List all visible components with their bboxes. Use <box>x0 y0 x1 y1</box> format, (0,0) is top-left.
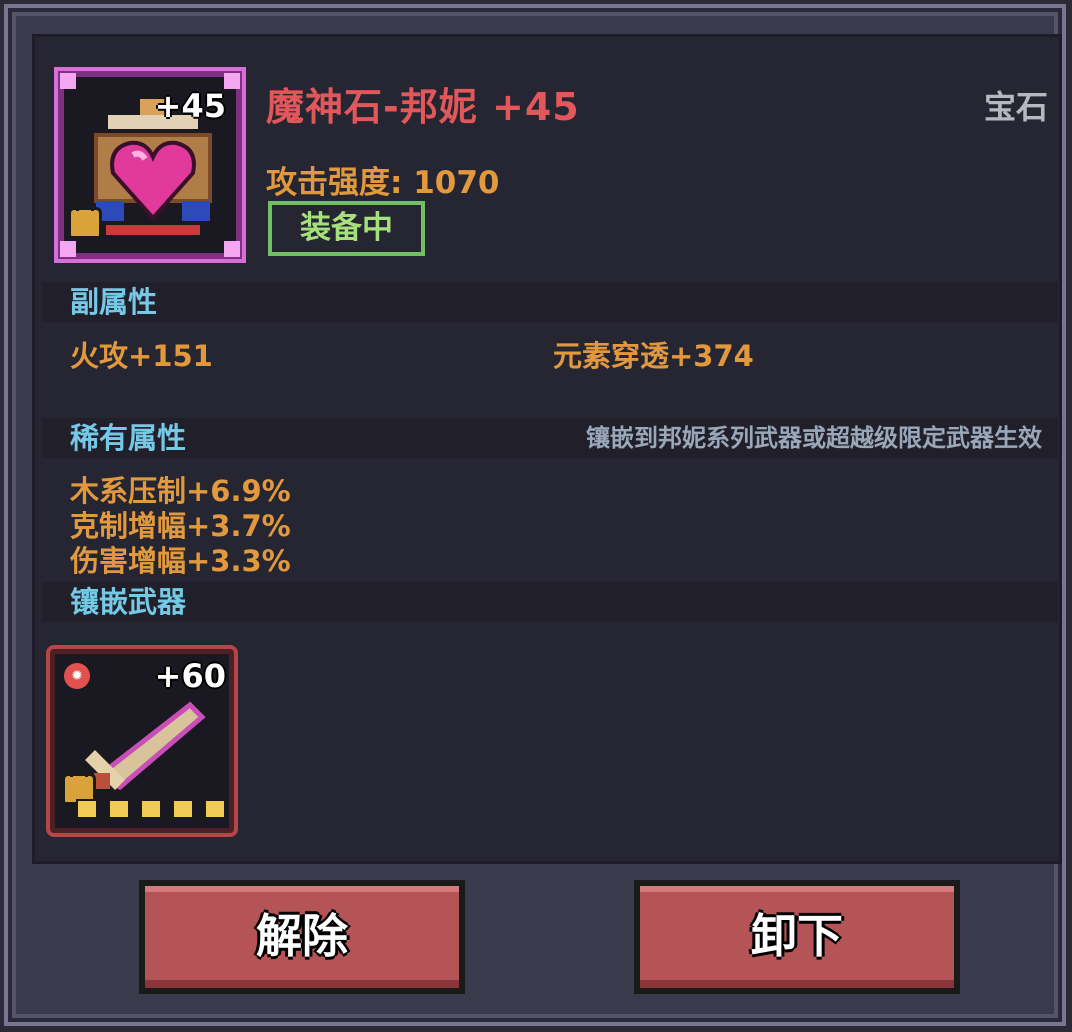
star-icon <box>204 799 226 819</box>
star-rating <box>76 799 226 819</box>
weapon-card[interactable]: ✹ +60 <box>46 645 238 837</box>
card-corner <box>60 73 76 89</box>
gem-card[interactable]: +45 <box>54 67 246 263</box>
attack-strength: 攻击强度: 1070 <box>266 165 500 201</box>
item-type-label: 宝石 <box>983 88 1048 126</box>
gem-title: 魔神石-邦妮 +45 <box>266 85 580 129</box>
star-icon <box>76 799 98 819</box>
inlaid-weapon-title: 镶嵌武器 <box>70 585 187 619</box>
sub-attribute: 火攻+151 <box>70 339 213 373</box>
rare-attributes-header: 稀有属性 镶嵌到邦妮系列武器或超越级限定武器生效 <box>42 418 1058 458</box>
star-icon <box>140 799 162 819</box>
inlaid-weapon-header: 镶嵌武器 <box>42 582 1058 622</box>
card-corner <box>224 73 240 89</box>
rare-attributes-title: 稀有属性 <box>70 421 187 455</box>
card-corner <box>60 241 76 257</box>
sub-attribute: 元素穿透+374 <box>553 339 754 373</box>
rare-attribute: 伤害增幅+3.3% <box>70 544 291 578</box>
card-corner <box>224 241 240 257</box>
star-icon <box>172 799 194 819</box>
unequip-button[interactable]: 卸下 <box>634 880 960 994</box>
rare-attributes-note: 镶嵌到邦妮系列武器或超越级限定武器生效 <box>586 424 1042 452</box>
sub-attributes-title: 副属性 <box>70 285 158 319</box>
sword-icon <box>85 701 206 791</box>
gem-level: +45 <box>154 87 226 125</box>
star-icon <box>108 799 130 819</box>
lock-icon <box>68 196 102 239</box>
remove-button[interactable]: 解除 <box>139 880 465 994</box>
equipped-badge: 装备中 <box>268 201 425 256</box>
sub-attributes-header: 副属性 <box>42 282 1058 322</box>
